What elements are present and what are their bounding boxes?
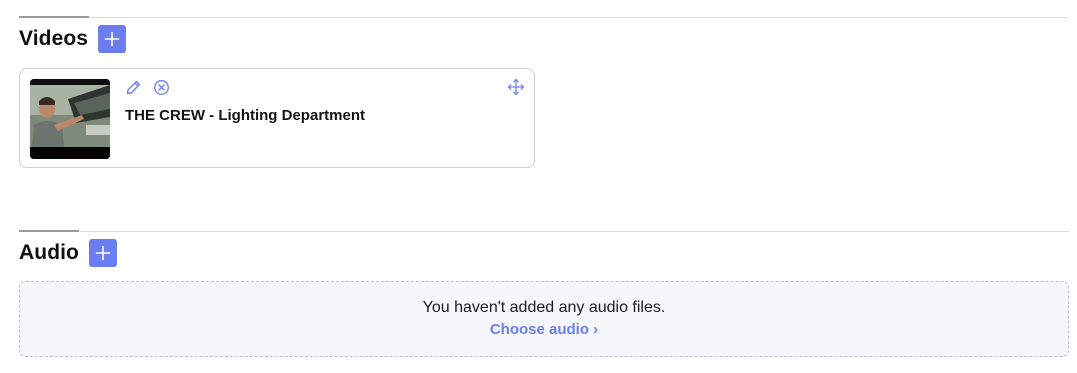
drag-handle[interactable] [507,78,525,96]
section-divider [19,231,1069,232]
videos-title: Videos [19,27,89,50]
add-video-button[interactable] [98,25,127,53]
audio-section: Audio You haven't added any audio files.… [19,230,1069,361]
plus-icon [95,245,111,261]
section-divider [19,17,1069,18]
add-audio-button[interactable] [88,239,117,267]
pencil-icon [126,80,140,94]
audio-header: Audio [19,239,117,267]
video-card-actions [124,78,170,96]
video-thumbnail[interactable] [30,79,110,159]
audio-title: Audio [19,241,79,264]
edit-video-button[interactable] [124,78,142,96]
close-circle-icon [153,79,169,95]
videos-header: Videos [19,25,127,53]
choose-audio-link[interactable]: Choose audio › [20,321,1068,338]
thumbnail-image [30,79,110,159]
empty-message: You haven't added any audio files. [422,299,666,316]
video-card: THE CREW - Lighting Department [19,68,535,168]
remove-video-button[interactable] [152,78,170,96]
section-divider-accent [19,16,89,18]
plus-icon [104,31,120,47]
move-arrows-icon [507,78,525,96]
video-title: THE CREW - Lighting Department [125,107,365,124]
section-divider-accent [19,230,79,232]
audio-empty-state: You haven't added any audio files. Choos… [19,281,1069,357]
videos-section: Videos THE CREW - Lighting Department [19,16,1069,177]
